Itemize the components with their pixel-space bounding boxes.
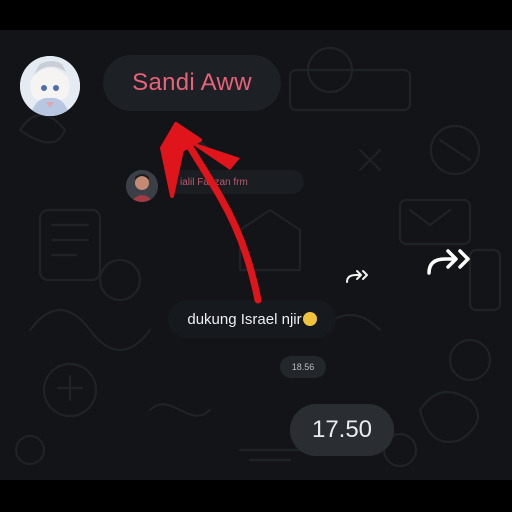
message-bubble[interactable]: dukung Israel njir xyxy=(168,300,336,338)
reply-sender-avatar[interactable] xyxy=(126,170,158,202)
contact-name-bubble[interactable]: Sandi Aww xyxy=(103,55,281,111)
avatar-icon xyxy=(126,170,158,202)
contact-avatar[interactable] xyxy=(20,56,80,116)
reply-sender-name: ialil Fauzan frm xyxy=(180,176,248,188)
timestamp-large-text: 17.50 xyxy=(311,416,373,443)
grinning-sweat-emoji-icon xyxy=(302,312,317,326)
screenshot-stage: Sandi Aww ialil Fauzan frm dukung Israel… xyxy=(0,0,512,512)
forward-button-small[interactable] xyxy=(340,262,376,290)
message-text: dukung Israel njir xyxy=(187,310,302,328)
forward-icon xyxy=(427,249,470,275)
forward-button-large[interactable] xyxy=(418,236,482,286)
contact-name: Sandi Aww xyxy=(132,69,252,96)
timestamp-large: 17.50 xyxy=(290,404,394,456)
timestamp-small-text: 18.56 xyxy=(291,362,315,372)
reply-sender-bubble[interactable]: ialil Fauzan frm xyxy=(168,170,304,194)
avatar-icon xyxy=(20,56,80,116)
timestamp-small: 18.56 xyxy=(280,356,326,378)
forward-icon xyxy=(346,270,368,283)
